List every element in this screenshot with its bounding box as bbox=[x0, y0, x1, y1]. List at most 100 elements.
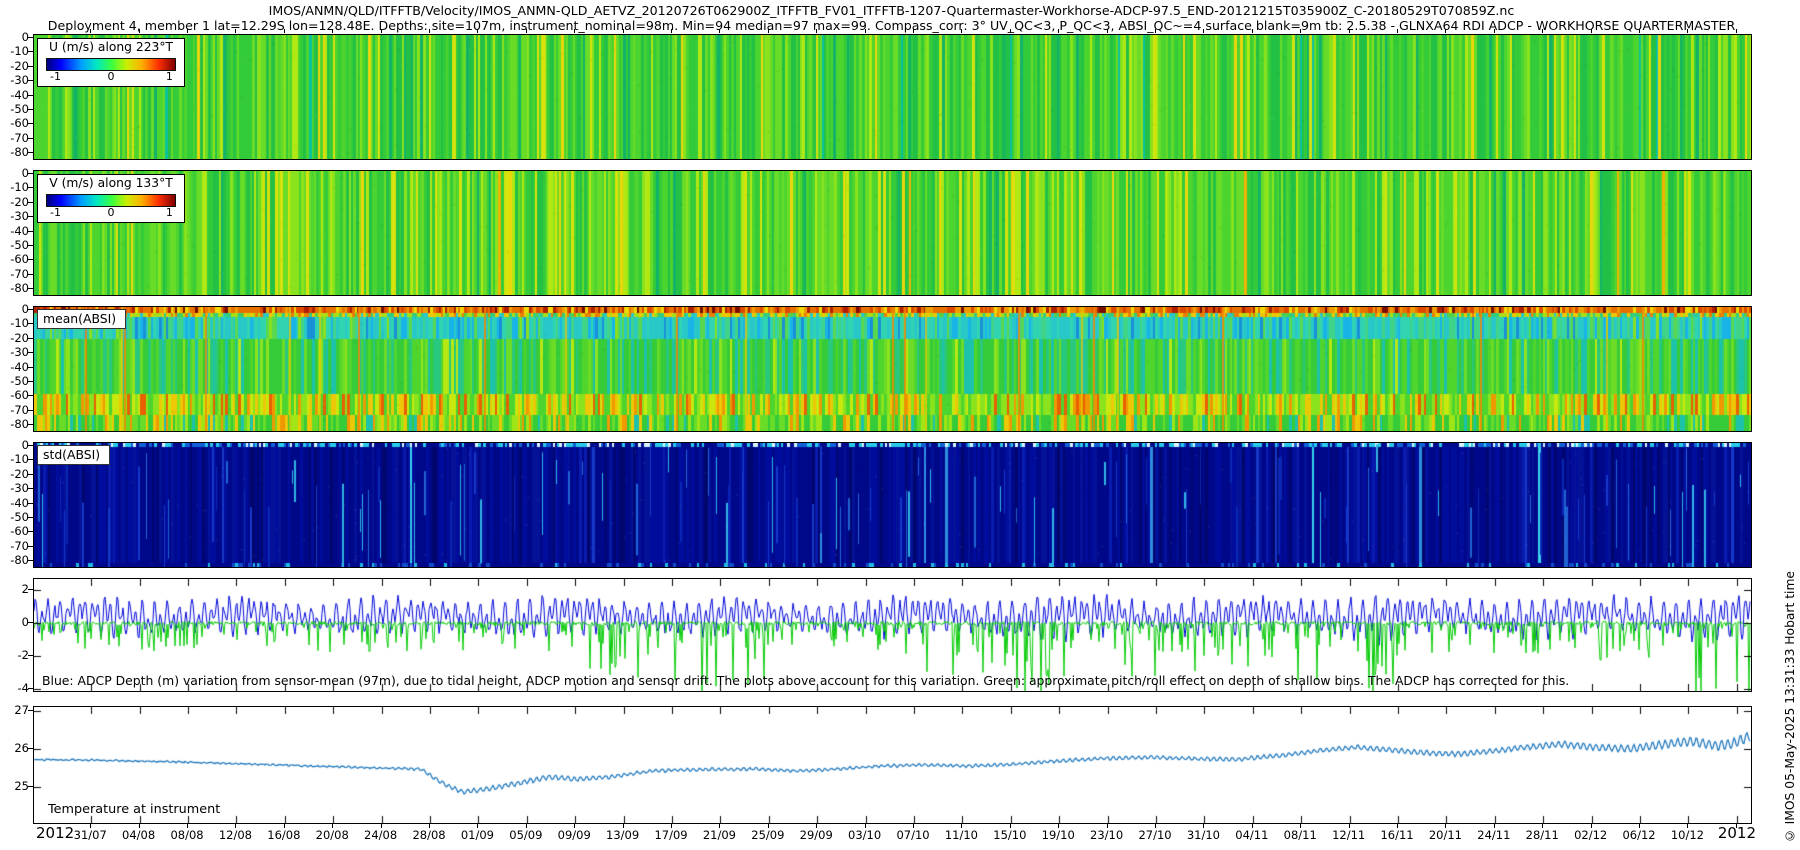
x-axis-date-label: 02/12 bbox=[1574, 828, 1607, 842]
x-tick-mark bbox=[139, 29, 140, 33]
y-tick-mark bbox=[28, 531, 33, 532]
x-axis-date-label: 11/10 bbox=[945, 828, 978, 842]
y-axis-tick-label: -40 bbox=[0, 360, 29, 374]
x-axis-date-label: 12/11 bbox=[1332, 828, 1365, 842]
y-axis-tick-label: -50 bbox=[0, 102, 29, 116]
x-axis-date-label: 20/11 bbox=[1429, 828, 1462, 842]
x-tick-mark bbox=[961, 29, 962, 33]
x-axis-date-label: 16/08 bbox=[267, 828, 300, 842]
y-axis-tick-label: -50 bbox=[0, 374, 29, 388]
x-axis-date-label: 13/09 bbox=[606, 828, 639, 842]
x-tick-mark bbox=[1058, 29, 1059, 33]
x-axis-date-label: 04/08 bbox=[122, 828, 155, 842]
y-tick-mark bbox=[28, 474, 33, 475]
x-axis-date-label: 05/09 bbox=[509, 828, 542, 842]
x-tick-mark bbox=[429, 29, 430, 33]
y-axis-tick-label: -70 bbox=[0, 131, 29, 145]
x-tick-mark bbox=[90, 29, 91, 33]
y-axis-tick-label: -60 bbox=[0, 116, 29, 130]
x-tick-mark bbox=[1494, 29, 1495, 33]
x-tick-mark bbox=[623, 29, 624, 33]
y-tick-mark bbox=[28, 503, 33, 504]
y-tick-mark bbox=[28, 410, 33, 411]
panel-mean-absi: mean(ABSI) bbox=[33, 306, 1752, 432]
y-tick-mark bbox=[28, 152, 33, 153]
y-tick-mark bbox=[28, 786, 33, 787]
x-tick-mark bbox=[1155, 29, 1156, 33]
u-legend-title: U (m/s) along 223°T bbox=[38, 40, 184, 54]
y-tick-mark bbox=[28, 231, 33, 232]
y-tick-mark bbox=[28, 352, 33, 353]
y-axis-tick-label: -20 bbox=[0, 331, 29, 345]
y-tick-mark bbox=[28, 688, 33, 689]
x-axis-date-label: 01/09 bbox=[461, 828, 494, 842]
y-axis-tick-label: -30 bbox=[0, 209, 29, 223]
x-tick-mark bbox=[1107, 29, 1108, 33]
y-axis-tick-label: 0 bbox=[0, 438, 29, 452]
y-axis-tick-label: -4 bbox=[0, 681, 29, 695]
y-tick-mark bbox=[28, 66, 33, 67]
title-line-2: Deployment 4, member 1 lat=12.29S lon=12… bbox=[33, 18, 1750, 33]
y-axis-tick-label: -30 bbox=[0, 481, 29, 495]
x-axis-date-label: 09/09 bbox=[558, 828, 591, 842]
x-axis-date-label: 07/10 bbox=[896, 828, 929, 842]
y-axis-tick-label: 0 bbox=[0, 30, 29, 44]
x-tick-mark bbox=[719, 29, 720, 33]
x-axis-date-label: 23/10 bbox=[1090, 828, 1123, 842]
y-tick-mark bbox=[28, 589, 33, 590]
v-legend-title: V (m/s) along 133°T bbox=[38, 176, 184, 190]
depth-variation-caption: Blue: ADCP Depth (m) variation from sens… bbox=[42, 673, 1569, 688]
x-axis-date-label: 24/11 bbox=[1477, 828, 1510, 842]
y-axis-tick-label: -40 bbox=[0, 224, 29, 238]
x-axis-date-label: 16/11 bbox=[1380, 828, 1413, 842]
v-velocity-heatmap-canvas bbox=[34, 171, 1751, 295]
y-tick-mark bbox=[28, 245, 33, 246]
x-tick-mark bbox=[1203, 29, 1204, 33]
temperature-line-canvas bbox=[34, 707, 1751, 823]
y-axis-tick-label: -2 bbox=[0, 648, 29, 662]
y-tick-mark bbox=[28, 216, 33, 217]
x-tick-mark bbox=[332, 29, 333, 33]
y-tick-mark bbox=[28, 187, 33, 188]
x-axis-date-label: 28/08 bbox=[412, 828, 445, 842]
y-axis-tick-label: -80 bbox=[0, 281, 29, 295]
x-axis-date-label: 28/11 bbox=[1526, 828, 1559, 842]
x-axis-date-label: 15/10 bbox=[993, 828, 1026, 842]
y-axis-tick-label: -10 bbox=[0, 44, 29, 58]
colorbar-tick-label: 0 bbox=[108, 70, 115, 83]
year-label-left: 2012 bbox=[36, 824, 74, 842]
y-axis-tick-label: -70 bbox=[0, 267, 29, 281]
y-tick-mark bbox=[28, 710, 33, 711]
y-tick-mark bbox=[28, 560, 33, 561]
y-axis-tick-label: -50 bbox=[0, 238, 29, 252]
y-axis-tick-label: -10 bbox=[0, 452, 29, 466]
x-tick-mark bbox=[1639, 29, 1640, 33]
x-axis-date-label: 21/09 bbox=[703, 828, 736, 842]
y-axis-tick-label: -80 bbox=[0, 145, 29, 159]
copyright-vertical-text: © IMOS 05-May-2025 13:31:33 Hobart time bbox=[1783, 571, 1797, 842]
x-tick-mark bbox=[1349, 29, 1350, 33]
y-tick-mark bbox=[28, 459, 33, 460]
x-tick-mark bbox=[1542, 29, 1543, 33]
panel-depth-variation: Blue: ADCP Depth (m) variation from sens… bbox=[33, 578, 1752, 692]
x-axis-date-label: 19/10 bbox=[1042, 828, 1075, 842]
panel-u-velocity: U (m/s) along 223°T -1 0 1 bbox=[33, 34, 1752, 160]
y-axis-tick-label: 0 bbox=[0, 302, 29, 316]
figure-root: IMOS/ANMN/QLD/ITFFTB/Velocity/IMOS_ANMN-… bbox=[0, 0, 1800, 850]
y-tick-mark bbox=[28, 445, 33, 446]
x-axis-date-label: 04/11 bbox=[1235, 828, 1268, 842]
mean-absi-heatmap-canvas bbox=[34, 307, 1751, 431]
y-tick-mark bbox=[28, 202, 33, 203]
x-axis-date-label: 08/11 bbox=[1284, 828, 1317, 842]
u-colorbar-legend: U (m/s) along 223°T -1 0 1 bbox=[37, 38, 185, 87]
y-axis-tick-label: -50 bbox=[0, 510, 29, 524]
colorbar-tick-label: -1 bbox=[50, 70, 61, 83]
x-tick-mark bbox=[574, 29, 575, 33]
panel-v-velocity: V (m/s) along 133°T -1 0 1 bbox=[33, 170, 1752, 296]
y-tick-mark bbox=[28, 80, 33, 81]
colorbar-tick-label: 1 bbox=[166, 70, 173, 83]
title-line-1: IMOS/ANMN/QLD/ITFFTB/Velocity/IMOS_ANMN-… bbox=[33, 3, 1750, 18]
x-axis-date-label: 24/08 bbox=[364, 828, 397, 842]
y-tick-mark bbox=[28, 288, 33, 289]
x-axis-date-label: 20/08 bbox=[316, 828, 349, 842]
